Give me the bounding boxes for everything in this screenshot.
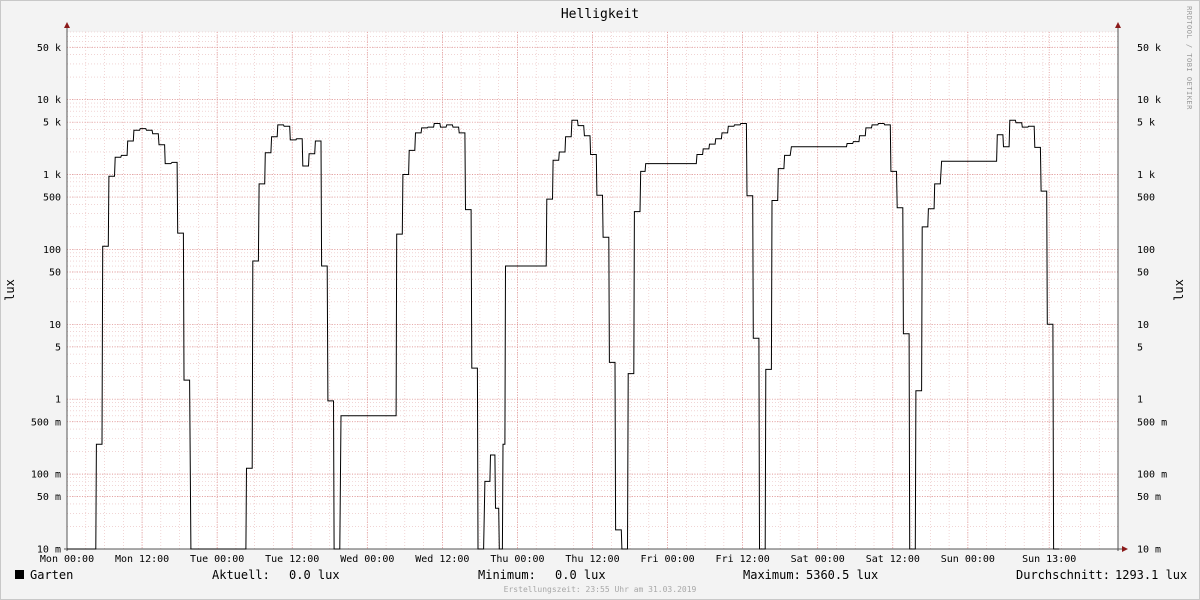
creation-timestamp: Erstellungszeit: 23:55 Uhr am 31.03.2019	[504, 585, 697, 594]
legend-current-value: 0.0 lux	[289, 568, 340, 582]
y-tick-label-left: 50 m	[37, 492, 61, 503]
legend-maximum-label: Maximum:	[743, 568, 801, 582]
legend-swatch-garten	[15, 570, 24, 579]
y-tick-label-right: 50 m	[1137, 492, 1161, 503]
x-tick-label: Thu 00:00	[490, 554, 544, 565]
y-tick-label-left: 50	[49, 267, 61, 278]
x-tick-label: Tue 12:00	[265, 554, 319, 565]
x-tick-label: Sat 12:00	[866, 554, 920, 565]
x-tick-label: Sun 00:00	[941, 554, 995, 565]
x-tick-label: Fri 12:00	[716, 554, 770, 565]
x-tick-label: Fri 00:00	[640, 554, 694, 565]
y-tick-label-left: 500	[43, 193, 61, 204]
y-tick-label-right: 10 m	[1137, 545, 1161, 556]
legend-current-label: Aktuell:	[212, 568, 270, 582]
y-tick-label-right: 10 k	[1137, 95, 1161, 106]
y-tick-label-right: 5 k	[1137, 118, 1155, 129]
y-tick-label-left: 100	[43, 245, 61, 256]
x-tick-label: Sat 00:00	[791, 554, 845, 565]
chart-title: Helligkeit	[561, 7, 639, 22]
y-tick-label-left: 100 m	[31, 470, 61, 481]
legend-minimum-label: Minimum:	[478, 568, 536, 582]
rrdtool-watermark: RRDTOOL / TOBI OETIKER	[1185, 6, 1193, 110]
x-tick-label: Mon 12:00	[115, 554, 169, 565]
y-axis-label-right: lux	[1172, 279, 1186, 301]
y-tick-label-right: 50 k	[1137, 43, 1161, 54]
y-tick-label-left: 5 k	[43, 118, 61, 129]
y-tick-label-left: 1	[55, 395, 61, 406]
legend-average-label: Durchschnitt:	[1016, 568, 1110, 582]
y-tick-label-right: 1 k	[1137, 170, 1155, 181]
y-tick-label-right: 100 m	[1137, 470, 1167, 481]
x-tick-label: Wed 00:00	[340, 554, 394, 565]
x-tick-label: Thu 12:00	[565, 554, 619, 565]
y-tick-label-right: 500	[1137, 193, 1155, 204]
y-tick-label-right: 500 m	[1137, 417, 1167, 428]
y-tick-label-left: 1 k	[43, 170, 61, 181]
y-tick-label-left: 5	[55, 342, 61, 353]
legend-maximum-value: 5360.5 lux	[806, 568, 878, 582]
legend-average-value: 1293.1 lux	[1115, 568, 1187, 582]
y-tick-label-right: 1	[1137, 395, 1143, 406]
legend-series-name: Garten	[30, 568, 73, 582]
y-tick-label-right: 10	[1137, 320, 1149, 331]
x-tick-label: Mon 00:00	[40, 554, 94, 565]
rrd-chart: 50 k 10 k 5 k 1 k 500 100 50 10 5 1 500 m 100 m 50 m…	[0, 0, 1200, 600]
y-tick-label-left: 50 k	[37, 43, 61, 54]
y-tick-label-right: 100	[1137, 245, 1155, 256]
x-tick-label: Sun 13:00	[1022, 554, 1076, 565]
y-tick-label-left: 10	[49, 320, 61, 331]
y-tick-label-left: 10 k	[37, 95, 61, 106]
y-tick-label-right: 5	[1137, 342, 1143, 353]
y-tick-label-left: 500 m	[31, 417, 61, 428]
x-tick-label: Tue 00:00	[190, 554, 244, 565]
y-tick-label-right: 50	[1137, 267, 1149, 278]
legend-minimum-value: 0.0 lux	[555, 568, 606, 582]
x-tick-label: Wed 12:00	[415, 554, 469, 565]
y-axis-label-left: lux	[3, 279, 17, 301]
